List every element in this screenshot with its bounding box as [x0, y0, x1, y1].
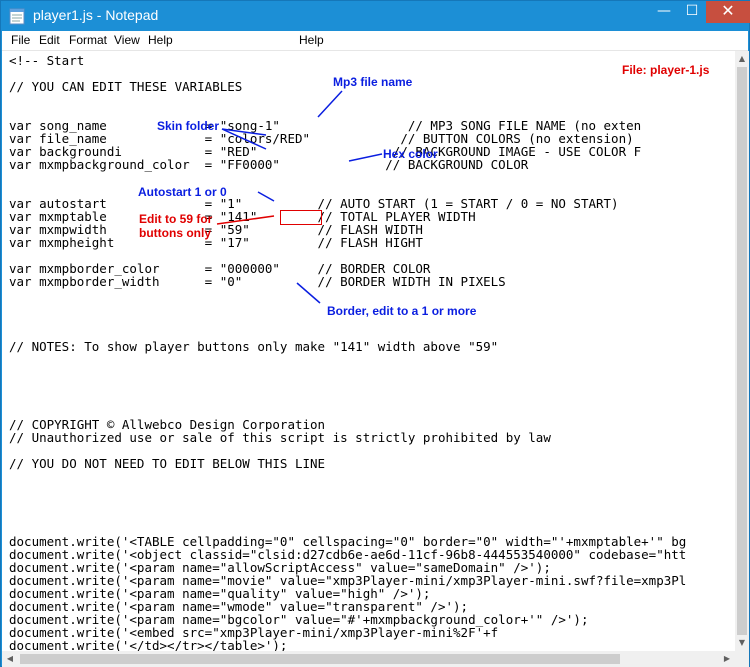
code-line: // NOTES: To show player buttons only ma…	[9, 339, 499, 354]
horizontal-scroll-thumb[interactable]	[20, 654, 620, 664]
annotation-mp3-file-name: Mp3 file name	[333, 75, 413, 89]
menu-bar: File Edit Format View Help Help	[2, 31, 748, 51]
menu-edit[interactable]: Edit	[39, 33, 60, 47]
code-line: // YOU DO NOT NEED TO EDIT BELOW THIS LI…	[9, 456, 326, 471]
code-line: var mxmpbackground_color = "FF0000" // B…	[9, 157, 529, 172]
vertical-scroll-thumb[interactable]	[737, 67, 747, 635]
code-line: document.write('</td></tr></table>');	[9, 638, 288, 651]
title-bar[interactable]: player1.js - Notepad — ☐ ✕	[1, 1, 750, 31]
text-editor[interactable]: <!-- Start // YOU CAN EDIT THESE VARIABLE…	[2, 51, 735, 651]
code-line: var mxmpborder_width = "0" // BORDER WID…	[9, 274, 506, 289]
scroll-up-arrow-icon[interactable]: ▲	[735, 51, 749, 67]
close-button[interactable]: ✕	[706, 1, 750, 23]
scroll-down-arrow-icon[interactable]: ▼	[735, 635, 749, 651]
minimize-button[interactable]: —	[650, 1, 678, 23]
scroll-right-arrow-icon[interactable]: ▶	[719, 651, 735, 667]
menu-file[interactable]: File	[11, 33, 30, 47]
annotation-hex-color: Hex color	[383, 147, 438, 161]
annotation-border: Border, edit to a 1 or more	[327, 304, 477, 318]
resize-grip[interactable]	[735, 651, 749, 667]
notepad-window: player1.js - Notepad — ☐ ✕ File Edit For…	[0, 0, 750, 667]
code-line: // Unauthorized use or sale of this scri…	[9, 430, 551, 445]
annotation-edit-59: Edit to 59 for buttons only	[139, 212, 213, 240]
annotation-file-label: File: player-1.js	[622, 63, 710, 77]
code-line: var mxmpheight = "17" // FLASH HIGHT	[9, 235, 423, 250]
menu-help-extra[interactable]: Help	[299, 33, 324, 47]
code-line: // YOU CAN EDIT THESE VARIABLES	[9, 79, 243, 94]
annotation-skin-folder: Skin folder	[157, 119, 220, 133]
window-title: player1.js - Notepad	[33, 7, 159, 23]
vertical-scrollbar[interactable]: ▲ ▼	[735, 51, 749, 651]
menu-help[interactable]: Help	[148, 33, 173, 47]
annotation-autostart: Autostart 1 or 0	[138, 185, 227, 199]
code-line: <!-- Start	[9, 53, 85, 68]
menu-format[interactable]: Format	[69, 33, 107, 47]
notepad-icon	[9, 8, 25, 25]
highlight-box-141	[280, 210, 322, 225]
horizontal-scrollbar[interactable]: ◀ ▶	[2, 651, 735, 667]
maximize-button[interactable]: ☐	[678, 1, 706, 23]
scroll-left-arrow-icon[interactable]: ◀	[2, 651, 18, 667]
menu-view[interactable]: View	[114, 33, 140, 47]
